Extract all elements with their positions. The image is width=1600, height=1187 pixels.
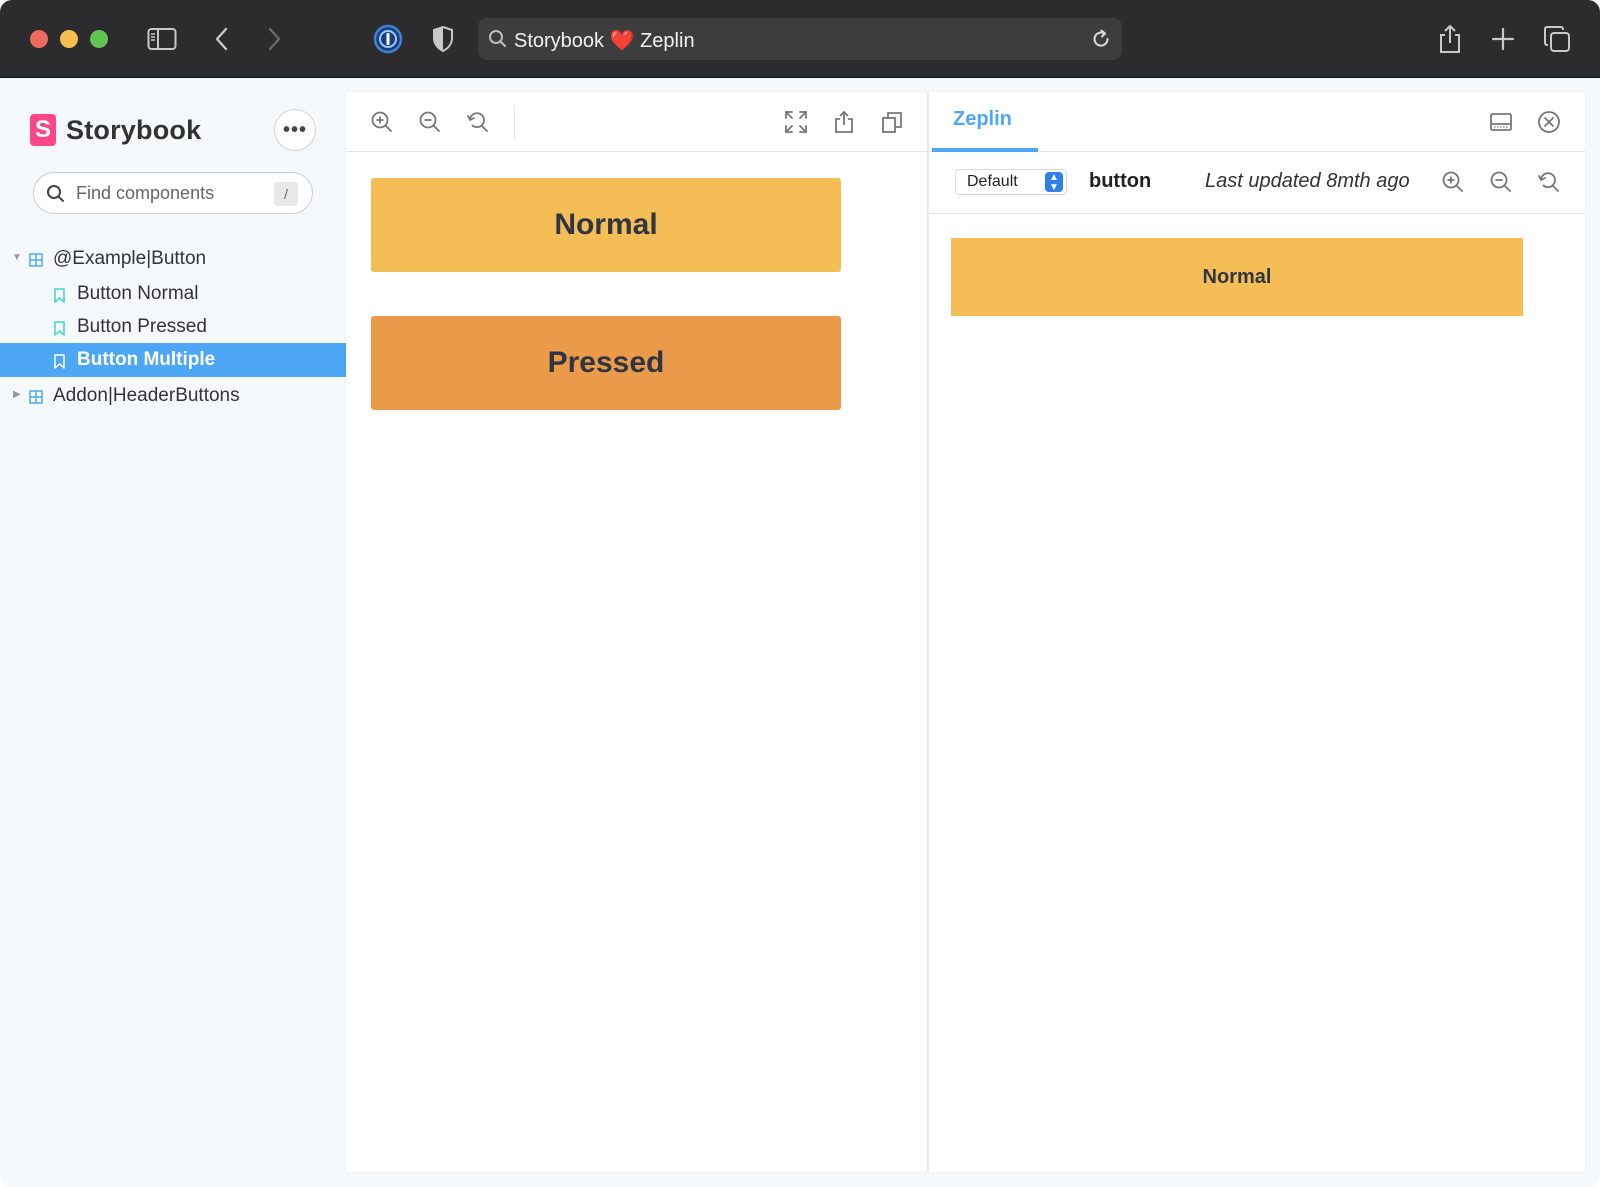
addon-panel: Zeplin Default ▲ ▼ button Last updated 8m… — [929, 92, 1585, 1172]
bookmark-icon — [54, 287, 65, 309]
forward-icon[interactable] — [257, 22, 291, 56]
tree-story-button-multiple[interactable]: Button Multiple — [0, 343, 346, 377]
more-options-button[interactable]: ••• — [274, 109, 316, 151]
component-name: button — [1089, 170, 1152, 192]
url-text-zeplin: Zeplin — [640, 30, 695, 52]
zeplin-toolbar: Default ▲ ▼ button Last updated 8mth ago — [929, 152, 1585, 214]
zoom-window-button[interactable] — [90, 30, 108, 48]
zoom-out-icon[interactable] — [416, 108, 444, 136]
zeplin-variant-select[interactable]: Default ▲ ▼ — [955, 169, 1067, 195]
addon-tabbar: Zeplin — [929, 92, 1585, 152]
close-panel-icon[interactable] — [1535, 108, 1563, 136]
search-icon — [488, 29, 508, 54]
zoom-out-icon[interactable] — [1487, 168, 1515, 196]
panel-position-icon[interactable] — [1487, 108, 1515, 136]
sidebar-toggle-icon[interactable] — [145, 22, 179, 56]
component-icon — [29, 251, 43, 273]
reset-zoom-icon[interactable] — [1535, 168, 1563, 196]
component-icon — [29, 388, 43, 410]
url-text: Storybook ❤️ Zeplin — [514, 28, 695, 53]
caret-right-icon[interactable]: ▶ — [13, 389, 21, 400]
bookmark-icon — [54, 320, 65, 342]
brand-name: Storybook — [66, 114, 202, 145]
tree-story-button-normal[interactable]: Button Normal — [0, 277, 346, 311]
search-input[interactable] — [76, 181, 256, 205]
open-new-tab-icon[interactable] — [830, 108, 858, 136]
storybook-sidebar: S Storybook ••• / ▼ @Example|Button Butt… — [0, 78, 346, 1187]
zoom-in-icon[interactable] — [368, 108, 396, 136]
new-tab-icon[interactable] — [1486, 22, 1520, 56]
password-manager-icon[interactable] — [371, 22, 405, 56]
select-chevrons-icon: ▲ ▼ — [1045, 172, 1063, 193]
browser-titlebar: Storybook ❤️ Zeplin — [0, 0, 1600, 78]
reset-zoom-icon[interactable] — [464, 108, 492, 136]
tabs-overview-icon[interactable] — [1540, 22, 1574, 56]
close-window-button[interactable] — [30, 30, 48, 48]
back-icon[interactable] — [205, 22, 239, 56]
tree-label: Button Normal — [77, 283, 199, 304]
toolbar-divider — [514, 106, 515, 140]
heart-icon: ❤️ — [609, 30, 635, 52]
storybook-brand[interactable]: S Storybook — [30, 114, 201, 146]
browser-window: Storybook ❤️ Zeplin S Storybook ••• / — [0, 0, 1600, 1187]
preview-pressed-button[interactable]: Pressed — [371, 316, 841, 410]
reload-icon[interactable] — [1090, 28, 1112, 55]
select-value: Default — [967, 173, 1018, 190]
tree-story-button-pressed[interactable]: Button Pressed — [0, 310, 346, 344]
copy-link-icon[interactable] — [878, 108, 906, 136]
tree-label: @Example|Button — [53, 248, 207, 269]
tree-label: Addon|HeaderButtons — [53, 385, 240, 406]
fullscreen-icon[interactable] — [782, 108, 810, 136]
tab-zeplin[interactable]: Zeplin — [953, 108, 1012, 131]
address-bar[interactable]: Storybook ❤️ Zeplin — [478, 18, 1122, 60]
minimize-window-button[interactable] — [60, 30, 78, 48]
search-box[interactable]: / — [33, 172, 313, 214]
storybook-logo: S — [30, 114, 56, 146]
search-shortcut-badge: / — [274, 182, 298, 206]
share-icon[interactable] — [1433, 22, 1467, 56]
last-updated-text: Last updated 8mth ago — [1205, 170, 1410, 192]
preview-normal-button[interactable]: Normal — [371, 178, 841, 272]
tree-label: Button Pressed — [77, 316, 207, 337]
tree-component-addon-headerbuttons[interactable]: ▶ Addon|HeaderButtons — [0, 379, 346, 413]
canvas-panel: Normal Pressed — [346, 92, 928, 1172]
tree-label: Button Multiple — [77, 349, 216, 370]
bookmark-icon — [54, 353, 65, 375]
zeplin-normal-preview: Normal — [951, 238, 1523, 316]
zoom-in-icon[interactable] — [1439, 168, 1467, 196]
url-text-storybook: Storybook — [514, 30, 605, 52]
caret-down-icon[interactable]: ▼ — [12, 252, 22, 263]
canvas-toolbar — [346, 92, 928, 152]
search-icon — [46, 184, 66, 209]
tree-component-example-button[interactable]: ▼ @Example|Button — [0, 242, 346, 276]
shield-icon[interactable] — [426, 22, 460, 56]
